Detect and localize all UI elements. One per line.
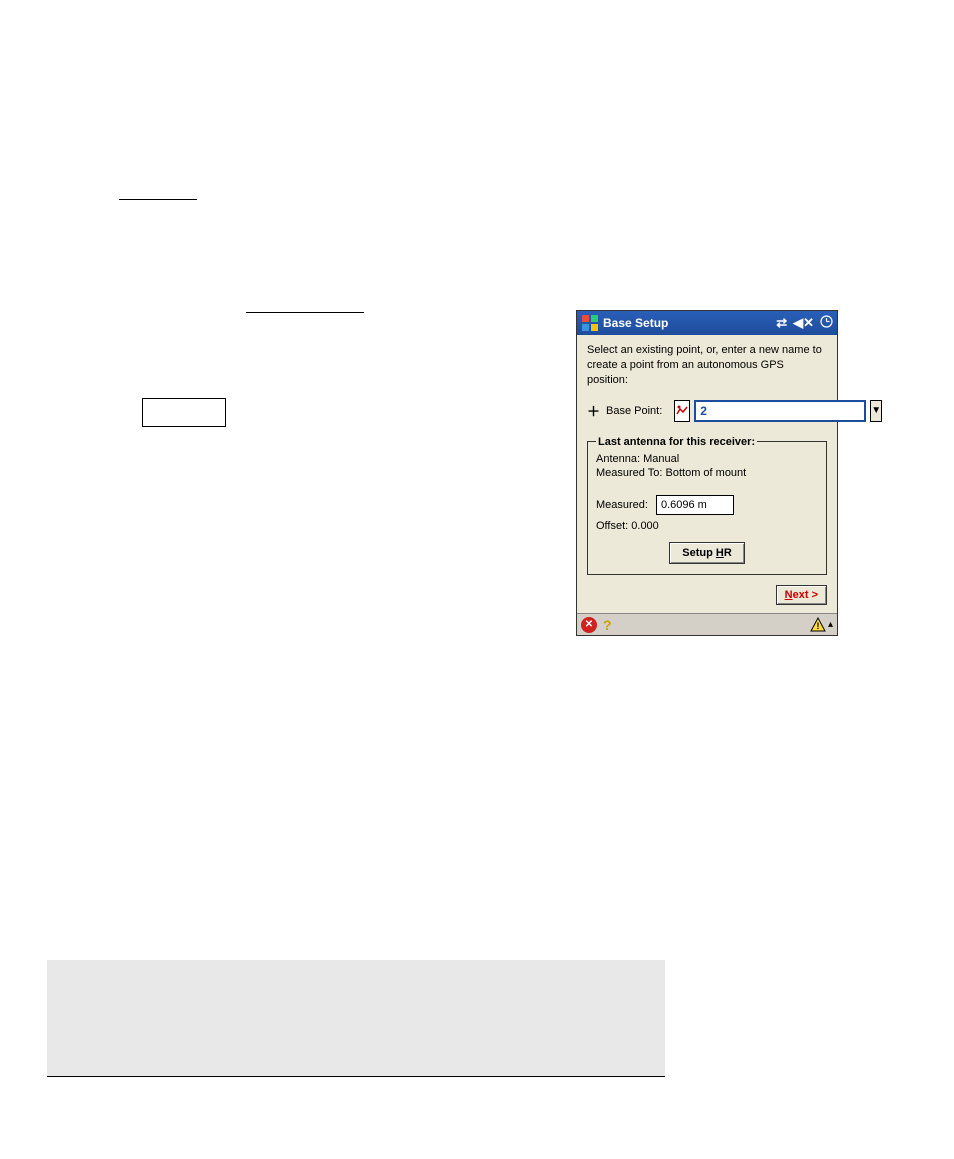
offset-line: Offset: 0.000	[596, 519, 818, 534]
clock-icon[interactable]	[820, 315, 833, 331]
measured-to-value: Bottom of mount	[666, 467, 747, 479]
antenna-label: Antenna:	[596, 453, 640, 465]
setup-hr-button[interactable]: Setup HR	[669, 542, 745, 564]
up-triangle-icon[interactable]: ▴	[828, 619, 833, 630]
antenna-fieldset: Last antenna for this receiver: Antenna:…	[587, 436, 827, 576]
speaker-icon[interactable]: ◀✕	[793, 315, 814, 331]
antenna-value: Manual	[643, 453, 679, 465]
base-setup-window: Base Setup ⇄ ◀✕ Select an existing point…	[576, 310, 838, 636]
base-point-row: ＋ Base Point: ▼	[587, 400, 827, 422]
measured-to-line: Measured To: Bottom of mount	[596, 466, 818, 481]
measured-to-label: Measured To:	[596, 467, 662, 479]
titlebar-status-icons: ⇄ ◀✕	[776, 315, 833, 331]
measured-row: Measured:	[596, 495, 818, 515]
plus-icon[interactable]: ＋	[587, 401, 600, 420]
window-title: Base Setup	[603, 316, 776, 330]
bottom-bar: ✕ ? ! ▴	[577, 613, 837, 635]
decorative-line-2	[246, 312, 364, 313]
decorative-box	[142, 398, 226, 427]
decorative-line-1	[119, 199, 197, 200]
warning-icon[interactable]: !	[810, 617, 826, 633]
close-icon[interactable]: ✕	[581, 617, 597, 633]
base-point-label: Base Point:	[606, 405, 662, 417]
map-picker-icon[interactable]	[674, 400, 690, 422]
decorative-gray-box	[47, 960, 665, 1077]
titlebar: Base Setup ⇄ ◀✕	[577, 311, 837, 335]
measured-input[interactable]	[656, 495, 734, 515]
antenna-line: Antenna: Manual	[596, 452, 818, 467]
windows-logo-icon	[581, 314, 599, 332]
offset-label: Offset:	[596, 520, 628, 532]
client-area: Select an existing point, or, enter a ne…	[577, 335, 837, 613]
antenna-legend: Last antenna for this receiver:	[596, 436, 757, 448]
help-icon[interactable]: ?	[603, 617, 612, 633]
connectivity-icon[interactable]: ⇄	[776, 315, 787, 331]
base-point-dropdown-icon[interactable]: ▼	[870, 400, 882, 422]
svg-text:!: !	[816, 621, 819, 631]
measured-label: Measured:	[596, 499, 648, 511]
next-button[interactable]: Next >	[776, 585, 827, 605]
base-point-input[interactable]	[694, 400, 866, 422]
offset-value: 0.000	[631, 520, 659, 532]
instruction-text: Select an existing point, or, enter a ne…	[587, 343, 827, 388]
